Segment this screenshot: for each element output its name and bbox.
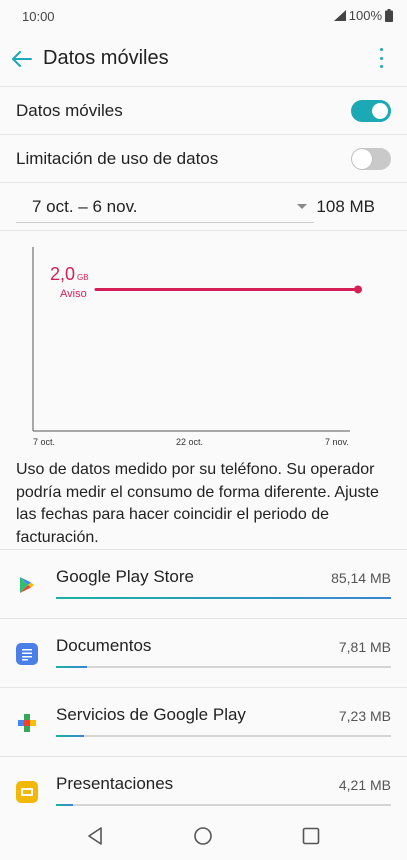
more-options-icon[interactable] bbox=[373, 46, 389, 70]
play-store-icon bbox=[16, 574, 38, 596]
app-usage-bar-fill bbox=[56, 804, 73, 806]
chart-x-tick: 7 oct. bbox=[33, 437, 56, 447]
period-range: 7 oct. – 6 nov. bbox=[32, 197, 138, 216]
app-usage-row[interactable]: Google Play Store 85,14 MB bbox=[0, 549, 407, 618]
page-title: Datos móviles bbox=[43, 47, 169, 69]
app-usage-row[interactable]: Documentos 7,81 MB bbox=[0, 618, 407, 687]
chart-limit-label: Aviso bbox=[60, 288, 87, 300]
usage-chart: 2,0 GB Aviso 7 oct. 22 oct. 7 nov. bbox=[0, 230, 407, 452]
app-bar: Datos móviles bbox=[0, 32, 407, 86]
slides-icon bbox=[16, 781, 38, 803]
period-row: 7 oct. – 6 nov. 108 MB bbox=[0, 182, 407, 230]
status-indicators: 100% bbox=[333, 8, 393, 23]
battery-percent: 100% bbox=[348, 8, 382, 23]
chart-limit-value: 2,0 GB bbox=[50, 264, 89, 284]
data-limit-row[interactable]: Limitación de uso de datos bbox=[0, 134, 407, 182]
status-time: 10:00 bbox=[22, 9, 55, 24]
app-usage-bar bbox=[56, 597, 391, 599]
play-services-icon bbox=[16, 712, 38, 734]
app-usage-bar bbox=[56, 735, 391, 737]
mobile-data-label: Datos móviles bbox=[16, 101, 123, 120]
data-limit-toggle[interactable] bbox=[351, 148, 391, 170]
app-data-size: 7,23 MB bbox=[338, 708, 391, 724]
nav-back-icon[interactable] bbox=[84, 824, 108, 848]
docs-icon bbox=[16, 643, 38, 665]
period-dropdown[interactable]: 7 oct. – 6 nov. bbox=[16, 193, 314, 223]
mobile-data-toggle[interactable] bbox=[351, 100, 391, 122]
chart-x-tick: 22 oct. bbox=[176, 437, 204, 447]
mobile-data-row[interactable]: Datos móviles bbox=[0, 86, 407, 134]
app-usage-bar bbox=[56, 666, 391, 668]
chart-x-tick: 7 nov. bbox=[325, 437, 349, 447]
usage-description: Uso de datos medido por su teléfono. Su … bbox=[16, 461, 379, 546]
app-usage-bar-fill bbox=[56, 666, 87, 668]
app-name: Google Play Store bbox=[56, 567, 194, 586]
nav-recents-icon[interactable] bbox=[299, 824, 323, 848]
app-name: Servicios de Google Play bbox=[56, 705, 246, 724]
signal-icon bbox=[333, 10, 346, 21]
app-data-size: 85,14 MB bbox=[331, 570, 391, 586]
app-data-size: 4,21 MB bbox=[338, 777, 391, 793]
battery-icon bbox=[385, 9, 393, 22]
dropdown-arrow-icon bbox=[297, 204, 307, 209]
app-data-size: 7,81 MB bbox=[338, 639, 391, 655]
chart-limit-handle bbox=[354, 285, 362, 294]
app-usage-bar-fill bbox=[56, 735, 85, 737]
data-limit-label: Limitación de uso de datos bbox=[16, 149, 219, 168]
usage-total: 108 MB bbox=[316, 197, 375, 216]
back-arrow-icon[interactable] bbox=[8, 45, 36, 73]
nav-home-icon[interactable] bbox=[191, 824, 215, 848]
app-name: Documentos bbox=[56, 636, 152, 655]
app-name: Presentaciones bbox=[56, 774, 174, 793]
app-usage-bar-fill bbox=[56, 597, 391, 599]
app-usage-bar bbox=[56, 804, 391, 806]
app-usage-row[interactable]: Servicios de Google Play 7,23 MB bbox=[0, 687, 407, 756]
status-bar: 10:00 100% bbox=[0, 0, 407, 32]
navigation-bar bbox=[0, 812, 407, 860]
